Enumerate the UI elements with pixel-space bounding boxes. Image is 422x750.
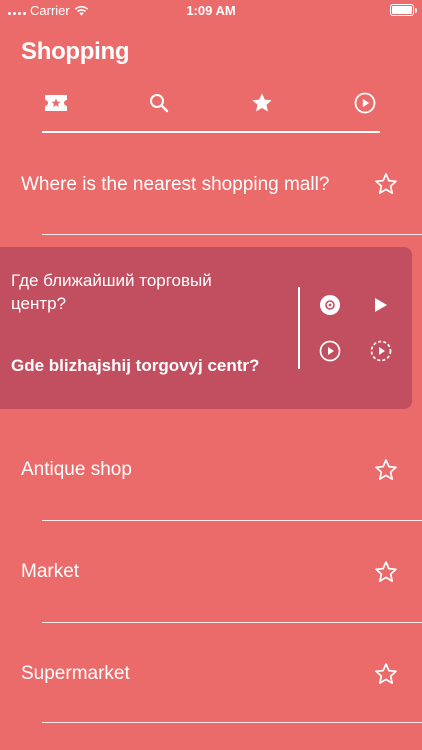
status-bar: Carrier 1:09 AM bbox=[0, 0, 422, 22]
phrase-text: Supermarket bbox=[21, 663, 130, 684]
play-circle-icon bbox=[354, 92, 376, 114]
battery-icon bbox=[390, 4, 417, 16]
row-divider bbox=[42, 622, 422, 623]
record-icon bbox=[320, 295, 340, 315]
ticket-icon bbox=[45, 95, 67, 111]
list-item[interactable]: Antique shop bbox=[0, 446, 422, 522]
play-circle-icon bbox=[319, 340, 341, 362]
page-title: Shopping bbox=[21, 38, 130, 65]
star-outline-icon[interactable] bbox=[374, 172, 398, 196]
play-normal-button[interactable] bbox=[317, 338, 343, 364]
tab-search[interactable] bbox=[144, 88, 174, 118]
card-divider bbox=[298, 287, 300, 369]
transliteration: Gde blizhajshij torgovyj centr? bbox=[11, 356, 260, 375]
phrase-text: Where is the nearest shopping mall? bbox=[21, 174, 330, 195]
search-icon bbox=[150, 94, 169, 113]
tab-bar bbox=[0, 88, 422, 118]
list-item[interactable]: Supermarket bbox=[0, 650, 422, 726]
status-time: 1:09 AM bbox=[186, 3, 236, 18]
tab-underline bbox=[42, 131, 380, 133]
play-slow-button[interactable] bbox=[368, 338, 394, 364]
list-item[interactable]: Market bbox=[0, 548, 422, 624]
row-divider bbox=[42, 520, 422, 521]
tab-ticket[interactable] bbox=[41, 88, 71, 118]
star-outline-icon[interactable] bbox=[374, 458, 398, 482]
row-divider bbox=[42, 722, 422, 723]
play-icon bbox=[375, 298, 387, 312]
star-outline-icon[interactable] bbox=[374, 662, 398, 686]
record-button[interactable] bbox=[317, 292, 343, 318]
tab-favorites[interactable] bbox=[247, 88, 277, 118]
star-icon bbox=[252, 93, 272, 112]
tab-play[interactable] bbox=[350, 88, 380, 118]
phrase-detail-card: Где ближайший торговый центр? Gde blizha… bbox=[0, 247, 412, 409]
list-item[interactable]: Where is the nearest shopping mall? bbox=[0, 160, 422, 236]
phrase-text: Market bbox=[21, 561, 80, 582]
phrase-text: Antique shop bbox=[21, 459, 132, 480]
row-divider bbox=[42, 234, 422, 235]
play-slow-icon bbox=[370, 340, 392, 362]
star-outline-icon[interactable] bbox=[374, 560, 398, 584]
native-phrase: Где ближайший торговый центр? bbox=[11, 271, 212, 313]
play-button[interactable] bbox=[368, 292, 394, 318]
